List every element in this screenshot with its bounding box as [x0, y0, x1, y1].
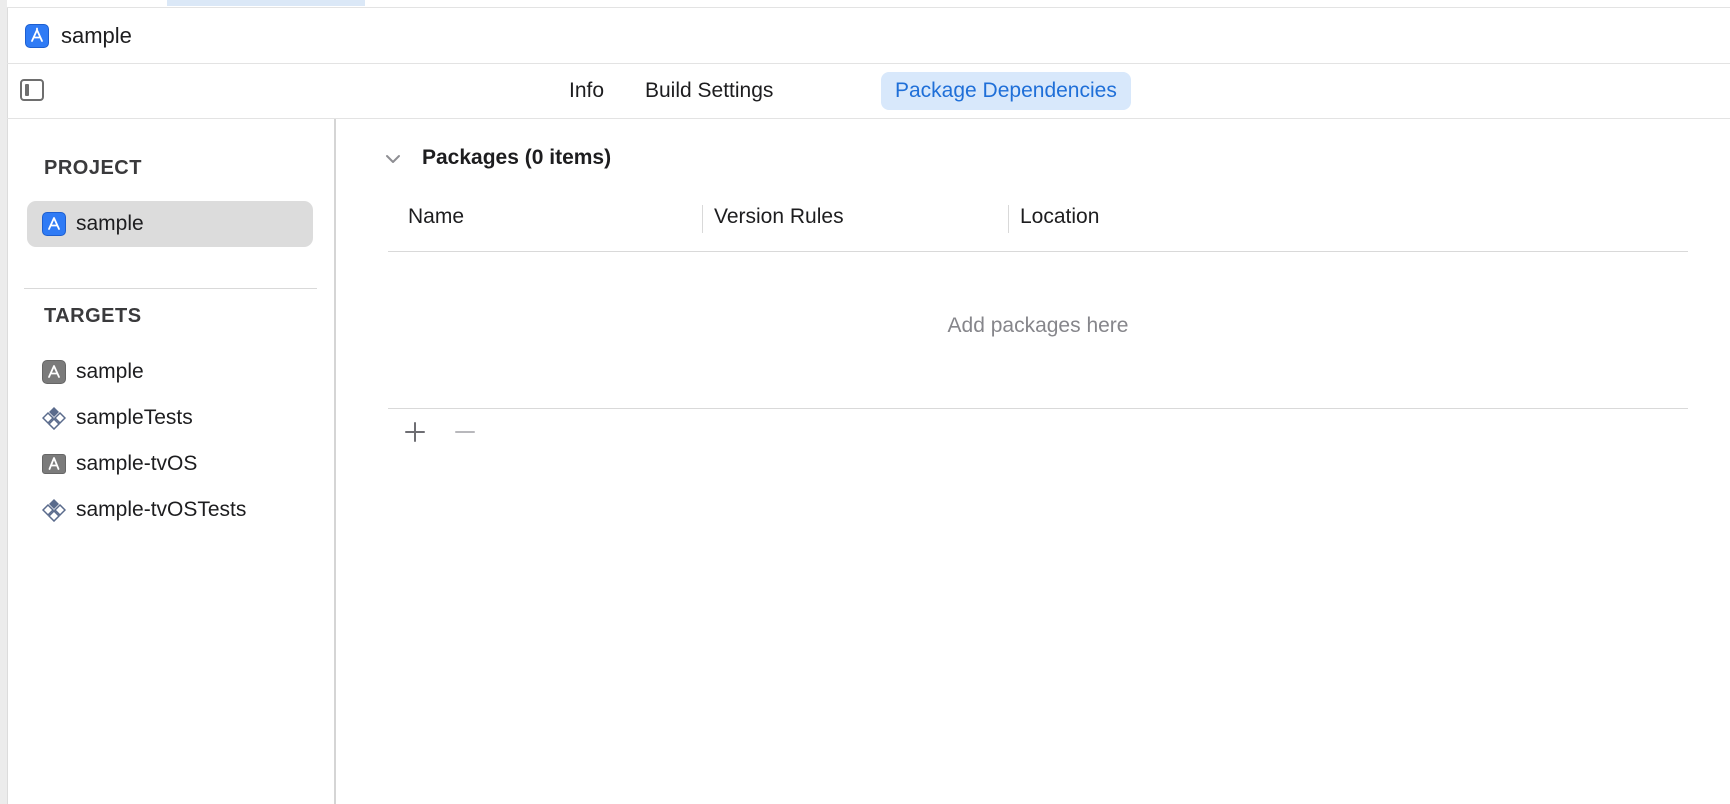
app-icon — [42, 212, 66, 236]
project-section-title: PROJECT — [44, 157, 142, 179]
sidebar-item-target-sampletests[interactable]: sampleTests — [27, 395, 313, 441]
sidebar-item-label: sample-tvOS — [76, 452, 198, 475]
sidebar-item-target-sample[interactable]: sample — [27, 349, 313, 395]
app-target-icon — [42, 360, 66, 384]
sidebar-item-label: sample — [76, 360, 144, 383]
packages-table-header: Name Version Rules Location — [388, 199, 1688, 252]
column-separator[interactable] — [1008, 205, 1009, 233]
test-bundle-icon — [41, 406, 67, 431]
sidebar-item-target-sample-tvos[interactable]: sample-tvOS — [27, 441, 313, 487]
xcode-project-editor: sample Info Build Settings Package Depen… — [0, 0, 1730, 804]
column-header-location[interactable]: Location — [1020, 199, 1099, 235]
editor-tab-strip — [7, 0, 1730, 8]
column-separator[interactable] — [702, 205, 703, 233]
tabs: Info Build Settings Package Dependencies — [7, 72, 1730, 110]
sidebar-item-label: sampleTests — [76, 406, 193, 429]
tab-info[interactable]: Info — [555, 72, 618, 110]
sidebar-item-project-sample[interactable]: sample — [27, 201, 313, 247]
jump-bar: sample — [7, 8, 1730, 64]
sidebar-item-label: sample-tvOSTests — [76, 498, 247, 521]
packages-heading: Packages (0 items) — [422, 146, 612, 169]
editor-tab-active[interactable] — [167, 0, 365, 6]
package-dependencies-pane: Packages (0 items) Name Version Rules Lo… — [336, 119, 1730, 804]
plus-icon[interactable] — [402, 419, 428, 445]
minus-icon[interactable] — [452, 419, 478, 445]
packages-empty-message: Add packages here — [947, 314, 1129, 337]
sidebar-divider — [24, 288, 317, 289]
tv-target-icon — [42, 454, 66, 474]
sidebar-item-target-sample-tvostests[interactable]: sample-tvOSTests — [27, 487, 313, 533]
tab-build-settings[interactable]: Build Settings — [631, 72, 787, 110]
app-icon — [25, 23, 49, 48]
editor-tab-bar: Info Build Settings Package Dependencies — [7, 64, 1730, 119]
targets-section-title: TARGETS — [44, 305, 142, 327]
table-footer-divider — [388, 408, 1688, 409]
column-header-version-rules[interactable]: Version Rules — [714, 199, 844, 235]
chevron-down-icon[interactable] — [383, 149, 403, 169]
jump-bar-title[interactable]: sample — [61, 23, 132, 49]
sidebar-item-label: sample — [76, 212, 144, 235]
test-bundle-icon — [41, 498, 67, 523]
project-navigator: PROJECT sample TARGETS sample sampleTest… — [7, 119, 336, 804]
tab-package-dependencies[interactable]: Package Dependencies — [881, 72, 1131, 110]
column-header-name[interactable]: Name — [408, 199, 464, 235]
